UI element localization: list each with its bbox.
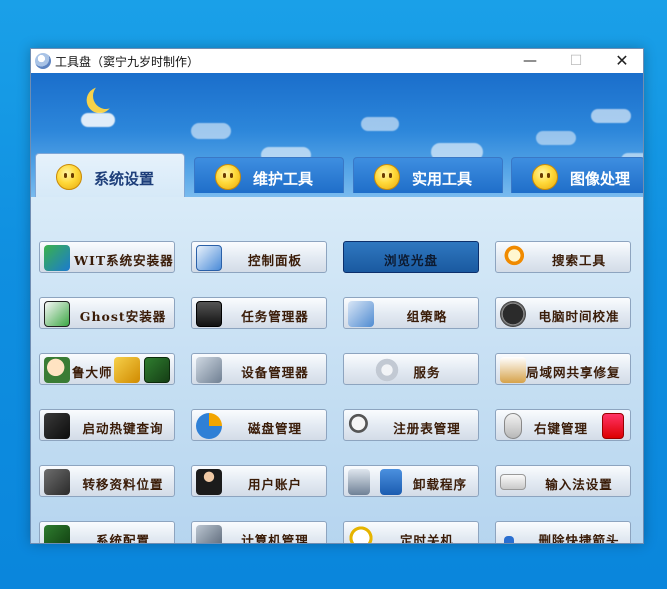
startup-hotkey-button[interactable]: 启动热键查询 xyxy=(39,409,175,441)
button-label: 电脑时间校准 xyxy=(538,309,620,324)
minimize-button[interactable]: — xyxy=(507,49,553,73)
group-policy-button[interactable]: 组策略 xyxy=(343,297,479,329)
button-label: Ghost安装器 xyxy=(79,309,167,324)
pie-chart-icon xyxy=(196,413,222,439)
ludashi-icon xyxy=(44,357,70,383)
browse-disc-button[interactable]: 浏览光盘 xyxy=(343,241,479,273)
tab-label: 图像处理 xyxy=(570,170,631,188)
cloud-decoration xyxy=(536,131,576,145)
home-network-icon xyxy=(500,357,526,383)
button-label: 用户账户 xyxy=(247,477,302,492)
mouse-icon xyxy=(504,413,522,439)
button-label: 系统配置 xyxy=(95,533,150,544)
window-title: 工具盘（窦宁九岁时制作） xyxy=(55,55,200,69)
time-sync-button[interactable]: 电脑时间校准 xyxy=(495,297,631,329)
button-label: 任务管理器 xyxy=(241,309,309,324)
smiley-icon xyxy=(532,164,558,190)
remove-shortcut-arrow-button[interactable]: 删除快捷箭头 xyxy=(495,521,631,544)
tab-system-settings[interactable]: 系统设置 xyxy=(35,153,185,197)
tab-label: 维护工具 xyxy=(253,170,314,188)
clock-icon xyxy=(500,301,526,327)
cloud-decoration xyxy=(591,109,631,123)
button-label: 组策略 xyxy=(406,309,448,324)
chip-icon xyxy=(144,357,170,383)
title-bar: 工具盘（窦宁九岁时制作） — ☐ ✕ xyxy=(31,49,643,73)
button-label: 转移资料位置 xyxy=(82,477,164,492)
button-label: 设备管理器 xyxy=(241,365,309,380)
control-panel-button[interactable]: 控制面板 xyxy=(191,241,327,273)
cloud-decoration xyxy=(191,123,231,139)
tab-label: 系统设置 xyxy=(94,170,155,188)
trash-icon xyxy=(348,469,370,495)
app-package-icon xyxy=(380,469,402,495)
ghost-icon xyxy=(44,301,70,327)
input-method-button[interactable]: 输入法设置 xyxy=(495,465,631,497)
cloud-decoration xyxy=(361,117,399,131)
move-profile-button[interactable]: 转移资料位置 xyxy=(39,465,175,497)
button-label: 删除快捷箭头 xyxy=(538,533,620,544)
alarm-clock-icon xyxy=(348,525,374,543)
services-button[interactable]: 服务 xyxy=(343,353,479,385)
shortcut-arrow-icon xyxy=(504,536,514,543)
tab-image-processing[interactable]: 图像处理 xyxy=(511,157,643,193)
button-label: 计算机管理 xyxy=(241,533,309,544)
button-label: WIT系统安装器 xyxy=(74,253,174,268)
smiley-icon xyxy=(374,164,400,190)
mouse-right-click-icon xyxy=(602,413,624,439)
close-button[interactable]: ✕ xyxy=(599,49,643,73)
registry-manager-button[interactable]: 注册表管理 xyxy=(343,409,479,441)
maximize-button[interactable]: ☐ xyxy=(553,49,599,73)
tab-utility-tools[interactable]: 实用工具 xyxy=(353,157,503,193)
gears-icon xyxy=(196,525,222,543)
context-menu-button[interactable]: 右键管理 xyxy=(495,409,631,441)
computer-management-button[interactable]: 计算机管理 xyxy=(191,521,327,544)
system-config-icon xyxy=(44,525,70,543)
control-panel-icon xyxy=(196,245,222,271)
app-window: 工具盘（窦宁九岁时制作） — ☐ ✕ 系统设置 维护工具 实用工具 图像处理 W… xyxy=(30,48,644,544)
tab-maintenance-tools[interactable]: 维护工具 xyxy=(194,157,344,193)
folder-move-icon xyxy=(44,469,70,495)
app-icon xyxy=(35,53,51,69)
scheduled-shutdown-button[interactable]: 定时关机 xyxy=(343,521,479,544)
user-icon xyxy=(196,469,222,495)
search-tool-button[interactable]: 搜索工具 xyxy=(495,241,631,273)
system-config-button[interactable]: 系统配置 xyxy=(39,521,175,544)
moon-icon xyxy=(91,81,121,111)
disk-management-button[interactable]: 磁盘管理 xyxy=(191,409,327,441)
ghost-installer-button[interactable]: Ghost安装器 xyxy=(39,297,175,329)
magnifier-icon xyxy=(348,413,374,439)
button-label: 启动热键查询 xyxy=(82,421,164,436)
button-label: 输入法设置 xyxy=(545,477,613,492)
cloud-decoration xyxy=(81,113,115,127)
tab-bar: 系统设置 维护工具 实用工具 图像处理 xyxy=(31,153,643,197)
ludashi-button[interactable]: 鲁大师 xyxy=(39,353,175,385)
button-label: 浏览光盘 xyxy=(383,253,438,268)
button-label: 控制面板 xyxy=(247,253,302,268)
user-accounts-button[interactable]: 用户账户 xyxy=(191,465,327,497)
tools-panel: WIT系统安装器 控制面板 浏览光盘 搜索工具 Ghost安装器 任务管理器 组… xyxy=(31,197,643,544)
wrench-icon xyxy=(348,301,374,327)
smiley-icon xyxy=(215,164,241,190)
uninstall-button[interactable]: 卸载程序 xyxy=(343,465,479,497)
tools-icon xyxy=(196,357,222,383)
button-label: 局域网共享修复 xyxy=(526,365,621,380)
button-label: 服务 xyxy=(413,365,441,380)
button-label: 定时关机 xyxy=(399,533,454,544)
button-label: 磁盘管理 xyxy=(247,421,302,436)
wit-installer-button[interactable]: WIT系统安装器 xyxy=(39,241,175,273)
task-manager-icon xyxy=(196,301,222,327)
magnifier-dark-icon xyxy=(44,413,70,439)
search-icon xyxy=(500,245,526,271)
tab-label: 实用工具 xyxy=(412,170,473,188)
button-label: 注册表管理 xyxy=(393,421,461,436)
installer-icon xyxy=(44,245,70,271)
dog-icon xyxy=(114,357,140,383)
task-manager-button[interactable]: 任务管理器 xyxy=(191,297,327,329)
device-manager-button[interactable]: 设备管理器 xyxy=(191,353,327,385)
button-label: 卸载程序 xyxy=(412,477,467,492)
lan-share-repair-button[interactable]: 局域网共享修复 xyxy=(495,353,631,385)
button-label: 搜索工具 xyxy=(551,253,606,268)
smiley-icon xyxy=(56,164,82,190)
keyboard-icon xyxy=(500,474,526,490)
